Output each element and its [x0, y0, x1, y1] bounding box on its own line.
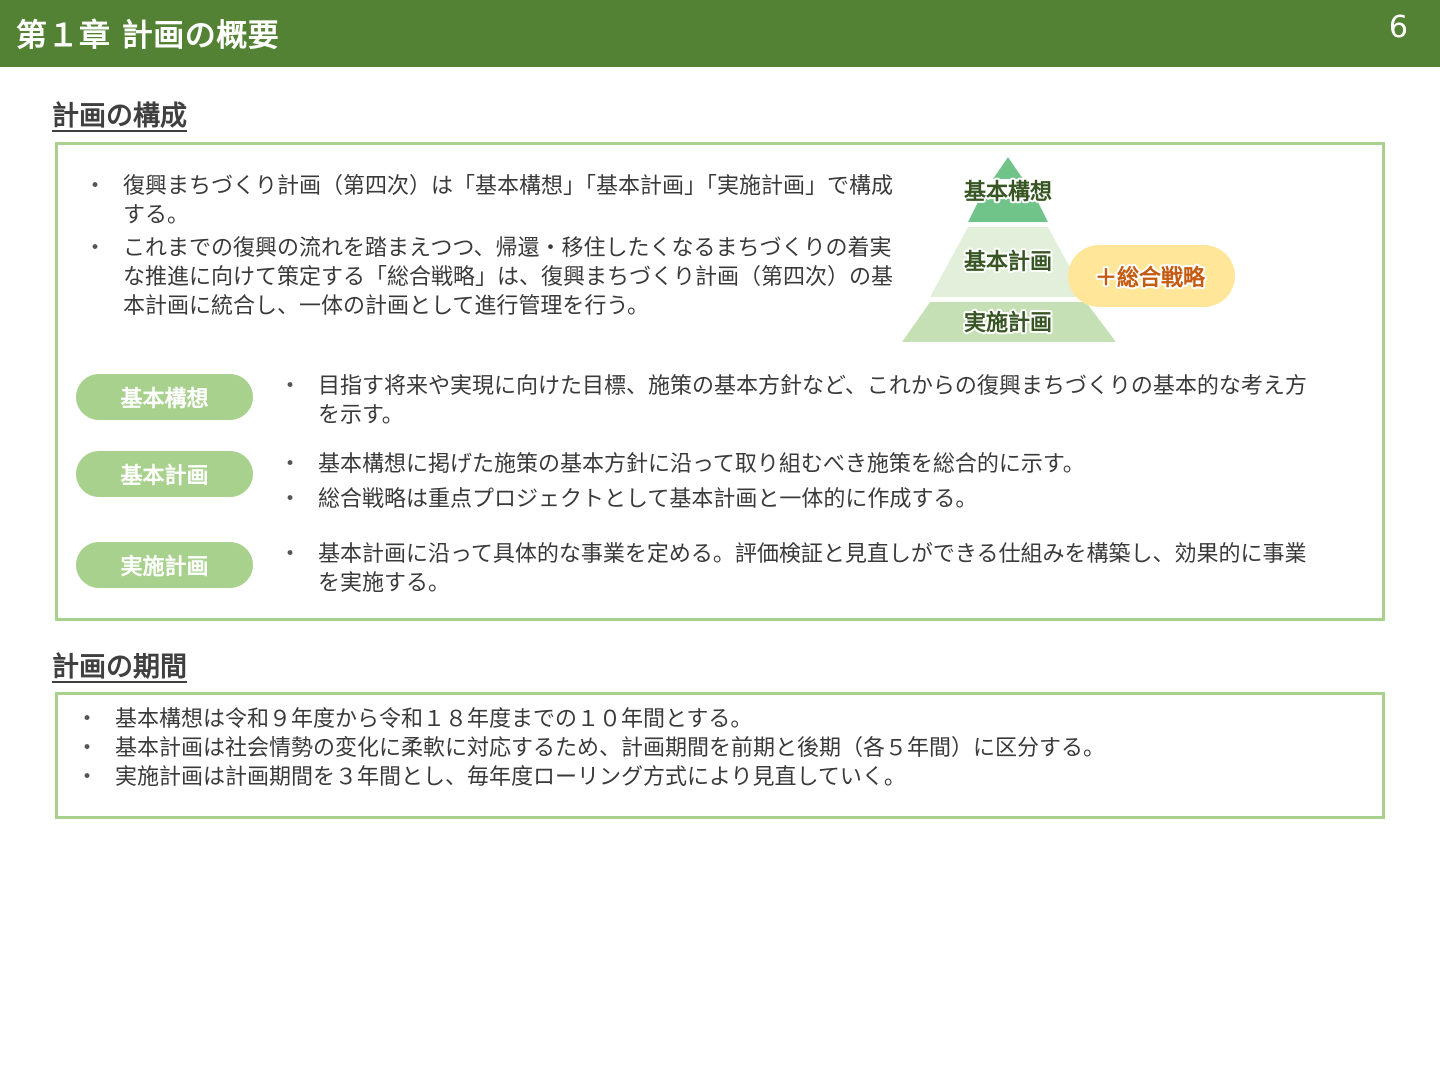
- period-list: 基本構想は令和９年度から令和１８年度までの１０年間とする。 基本計画は社会情勢の…: [80, 705, 1360, 792]
- pyramid-label-basic-plan: 基本計画: [964, 249, 1052, 274]
- composition-panel: 復興まちづくり計画（第四次）は「基本構想」「基本計画」「実施計画」で構成する。 …: [55, 142, 1385, 621]
- page-number: 6: [1388, 10, 1408, 45]
- basic-vision-description: 目指す将来や実現に向けた目標、施策の基本方針など、これからの復興まちづくりの基本…: [283, 372, 1323, 436]
- header-bar: 第１章 計画の概要 6: [0, 0, 1440, 67]
- basic-plan-description: 基本構想に掲げた施策の基本方針に沿って取り組むべき施策を総合的に示す。 総合戦略…: [283, 450, 1323, 520]
- period-panel: 基本構想は令和９年度から令和１８年度までの１０年間とする。 基本計画は社会情勢の…: [55, 692, 1385, 819]
- label-basic-vision: 基本構想: [76, 374, 253, 420]
- pyramid-label-action-plan: 実施計画: [964, 310, 1052, 335]
- period-bullet-3: 実施計画は計画期間を３年間とし、毎年度ローリング方式により見直していく。: [80, 763, 1360, 792]
- basic-plan-bullet-2: 総合戦略は重点プロジェクトとして基本計画と一体的に作成する。: [283, 485, 1323, 514]
- addon-strategy-label: ＋総合戦略: [1095, 265, 1206, 290]
- section-heading-composition: 計画の構成: [52, 101, 187, 132]
- action-plan-bullet-1: 基本計画に沿って具体的な事業を定める。評価検証と見直しができる仕組みを構築し、効…: [283, 540, 1323, 598]
- basic-vision-bullet-1: 目指す将来や実現に向けた目標、施策の基本方針など、これからの復興まちづくりの基本…: [283, 372, 1323, 430]
- plan-structure-pyramid: 基本構想 基本計画 実施計画 ＋総合戦略: [902, 157, 1235, 342]
- basic-plan-bullet-1: 基本構想に掲げた施策の基本方針に沿って取り組むべき施策を総合的に示す。: [283, 450, 1323, 479]
- label-basic-plan: 基本計画: [76, 451, 253, 497]
- pyramid-peak: [993, 157, 1023, 179]
- pyramid-label-vision: 基本構想: [964, 179, 1052, 204]
- action-plan-description: 基本計画に沿って具体的な事業を定める。評価検証と見直しができる仕組みを構築し、効…: [283, 540, 1323, 604]
- intro-bullet-2: これまでの復興の流れを踏まえつつ、帰還・移住したくなるまちづくりの着実な推進に向…: [88, 234, 908, 321]
- intro-bullet-1: 復興まちづくり計画（第四次）は「基本構想」「基本計画」「実施計画」で構成する。: [88, 172, 908, 230]
- period-bullet-2: 基本計画は社会情勢の変化に柔軟に対応するため、計画期間を前期と後期（各５年間）に…: [80, 734, 1360, 763]
- chapter-title: 第１章 計画の概要: [16, 18, 280, 54]
- section-heading-period: 計画の期間: [52, 652, 187, 683]
- label-action-plan: 実施計画: [76, 542, 253, 588]
- period-bullet-1: 基本構想は令和９年度から令和１８年度までの１０年間とする。: [80, 705, 1360, 734]
- intro-list: 復興まちづくり計画（第四次）は「基本構想」「基本計画」「実施計画」で構成する。 …: [88, 172, 908, 325]
